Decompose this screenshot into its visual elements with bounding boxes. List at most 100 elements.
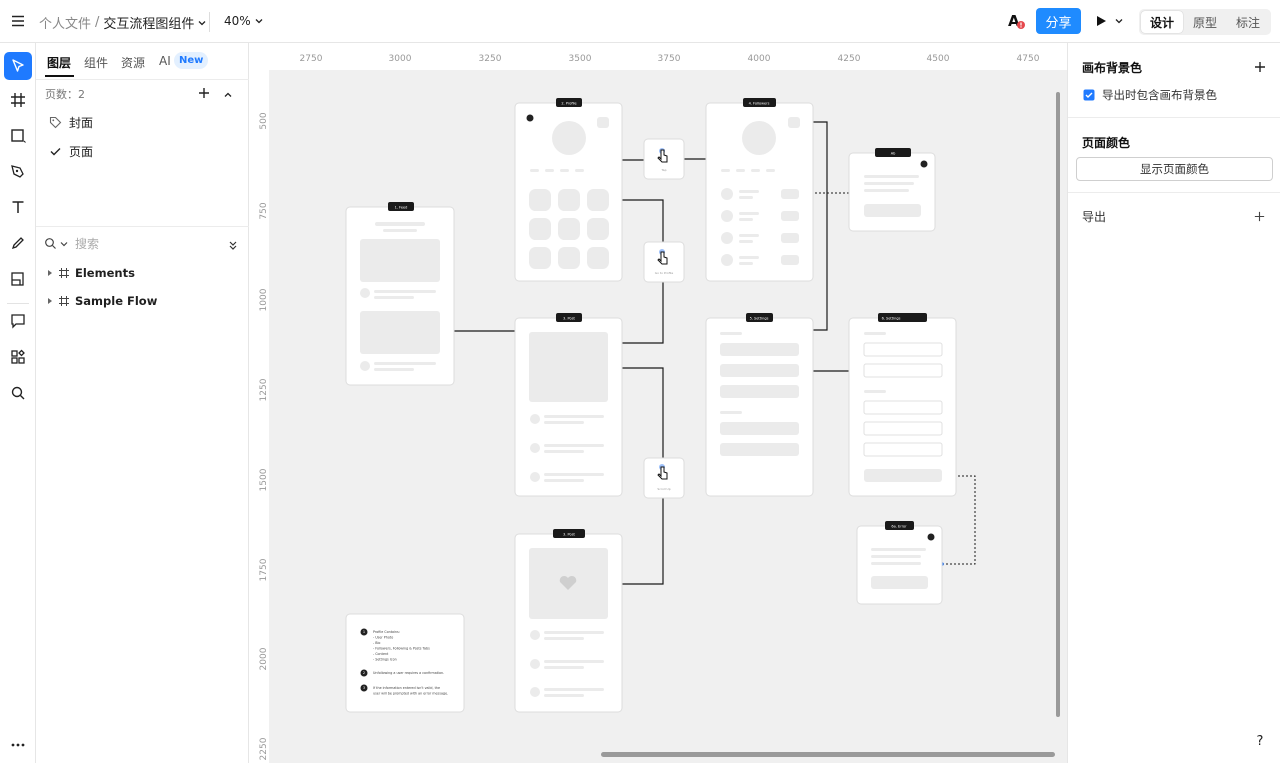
cursor-icon <box>12 59 24 72</box>
layers-panel: 图层 组件 资源 AI New 页数：2 封面 页面 搜索 Elements S… <box>36 43 249 763</box>
frame-label: 6a. Error <box>891 525 907 529</box>
frame-settings[interactable]: 5. Settings <box>705 313 814 497</box>
tab-annotate[interactable]: 标注 <box>1227 11 1269 33</box>
flow-diagram[interactable]: 2750 3000 3250 3500 3750 4000 4250 4500 … <box>249 43 1067 763</box>
slice-tool-button[interactable] <box>4 265 32 293</box>
frame-followers[interactable]: 4. Followers <box>705 98 814 282</box>
note-line: - Followers, Following & Posts Tabs <box>373 647 430 651</box>
divider <box>1068 117 1280 118</box>
pen-tool-button[interactable] <box>4 158 32 186</box>
horizontal-scrollbar[interactable] <box>601 752 1055 757</box>
frame-icon <box>59 296 69 306</box>
file-name[interactable]: 交互流程图组件 <box>103 13 194 32</box>
present-button[interactable] <box>1094 14 1125 28</box>
tap-card[interactable]: Tap <box>643 138 685 180</box>
divider <box>36 226 249 227</box>
pen-icon <box>11 165 24 178</box>
page-label: 封面 <box>69 116 94 130</box>
tap-card[interactable]: Scroll Up <box>643 457 685 499</box>
tool-rail <box>0 43 36 763</box>
share-button[interactable]: 分享 <box>1036 8 1081 34</box>
main-menu-icon[interactable] <box>10 13 26 29</box>
frame-post-detail[interactable]: 3. Post <box>514 529 623 713</box>
plugins-button[interactable] <box>4 343 32 371</box>
rectangle-icon <box>11 129 26 143</box>
frame-label: 3. Post <box>563 533 575 537</box>
font-warning-icon[interactable]: A <box>1007 11 1027 31</box>
export-title: 导出 <box>1082 210 1107 224</box>
chevron-down-icon <box>1115 19 1123 24</box>
page-count: 页数：2 <box>45 88 85 101</box>
mode-switch: 设计 原型 标注 <box>1139 9 1271 35</box>
frame-label: 4. Followers <box>749 102 770 106</box>
pencil-tool-button[interactable] <box>4 229 32 257</box>
vertical-scrollbar[interactable] <box>1056 92 1060 717</box>
frame-settings-edit[interactable]: 6. Settings <box>848 313 957 497</box>
chevron-down-icon <box>60 241 68 246</box>
ruler-tick: 4500 <box>927 54 950 64</box>
canvas[interactable]: 2750 3000 3250 3500 3750 4000 4250 4500 … <box>249 43 1067 763</box>
tab-prototype[interactable]: 原型 <box>1184 11 1226 33</box>
page-item-cover[interactable]: 封面 <box>49 114 93 131</box>
note-line: - Content <box>373 652 389 656</box>
chevron-down-icon[interactable] <box>196 17 208 29</box>
chevron-down-icon <box>255 19 263 24</box>
caret-right-icon[interactable] <box>46 269 54 277</box>
frame-error[interactable]: 6a. Error <box>856 521 943 605</box>
layer-row[interactable]: Sample Flow <box>46 294 157 308</box>
tab-components[interactable]: 组件 <box>84 54 108 71</box>
plus-icon <box>199 88 209 98</box>
tab-design[interactable]: 设计 <box>1141 11 1183 33</box>
frame-profile[interactable]: 2. Profile <box>514 98 623 282</box>
notes-card[interactable]: 1 Profile Contains: - User Photo - Bio -… <box>345 613 465 713</box>
collapse-pages-button[interactable] <box>222 86 234 105</box>
tap-label: Tap <box>660 168 666 172</box>
tab-assets[interactable]: 资源 <box>121 54 145 71</box>
tap-label: Go to Profile <box>655 271 674 275</box>
add-page-button[interactable] <box>197 85 211 104</box>
frame-feed[interactable]: 1. Feed <box>345 202 455 386</box>
note-number: 2 <box>363 671 365 675</box>
note-line: user will be prompted with an error mess… <box>373 692 448 696</box>
ruler-tick: 2000 <box>259 647 269 670</box>
comment-tool-button[interactable] <box>4 307 32 335</box>
plus-icon <box>1254 211 1265 222</box>
add-canvas-bg-button[interactable] <box>1253 59 1267 78</box>
top-bar: 个人文件 / 交互流程图组件 40% A 分享 设计 原型 标注 <box>0 0 1280 43</box>
frame-tool-button[interactable] <box>4 86 32 114</box>
help-button[interactable]: ? <box>1250 731 1270 751</box>
page-item-page[interactable]: 页面 <box>49 143 93 160</box>
frame-icon <box>11 93 25 107</box>
search-icon <box>45 238 56 249</box>
frame-label: 6. Settings <box>882 317 901 321</box>
breadcrumb-root[interactable]: 个人文件 <box>39 13 91 32</box>
share-label: 分享 <box>1036 8 1081 34</box>
layer-row[interactable]: Elements <box>46 266 135 280</box>
move-tool-button[interactable] <box>4 52 32 80</box>
layer-search[interactable]: 搜索 <box>44 235 99 252</box>
frame-post[interactable]: 3. Post <box>514 313 623 497</box>
more-tools-button[interactable] <box>4 731 32 759</box>
add-export-button[interactable] <box>1253 208 1266 227</box>
divider <box>209 12 210 32</box>
collapse-layers-button[interactable] <box>227 236 239 255</box>
text-tool-button[interactable] <box>4 193 32 221</box>
include-bg-checkbox[interactable]: 导出时包含画布背景色 <box>1083 87 1217 103</box>
frame-modal[interactable]: Ab <box>848 148 936 232</box>
caret-right-icon[interactable] <box>46 297 54 305</box>
tab-ai[interactable]: AI <box>159 54 171 68</box>
note-line: - Bio <box>373 641 380 645</box>
show-page-color-button[interactable]: 显示页面颜色 <box>1076 157 1273 181</box>
zoom-select[interactable]: 40% <box>224 14 265 28</box>
properties-panel: 画布背景色 导出时包含画布背景色 页面颜色 显示页面颜色 导出 ? <box>1067 43 1280 763</box>
search-tool-button[interactable] <box>4 379 32 407</box>
rectangle-tool-button[interactable] <box>4 122 32 150</box>
tab-layers[interactable]: 图层 <box>47 54 71 71</box>
more-icon <box>11 743 25 747</box>
tap-label: Scroll Up <box>657 487 670 491</box>
search-placeholder: 搜索 <box>75 237 100 251</box>
tag-icon <box>49 116 62 129</box>
tap-card[interactable]: Go to Profile <box>643 241 685 283</box>
frame-icon <box>59 268 69 278</box>
chevron-up-icon <box>224 92 232 97</box>
